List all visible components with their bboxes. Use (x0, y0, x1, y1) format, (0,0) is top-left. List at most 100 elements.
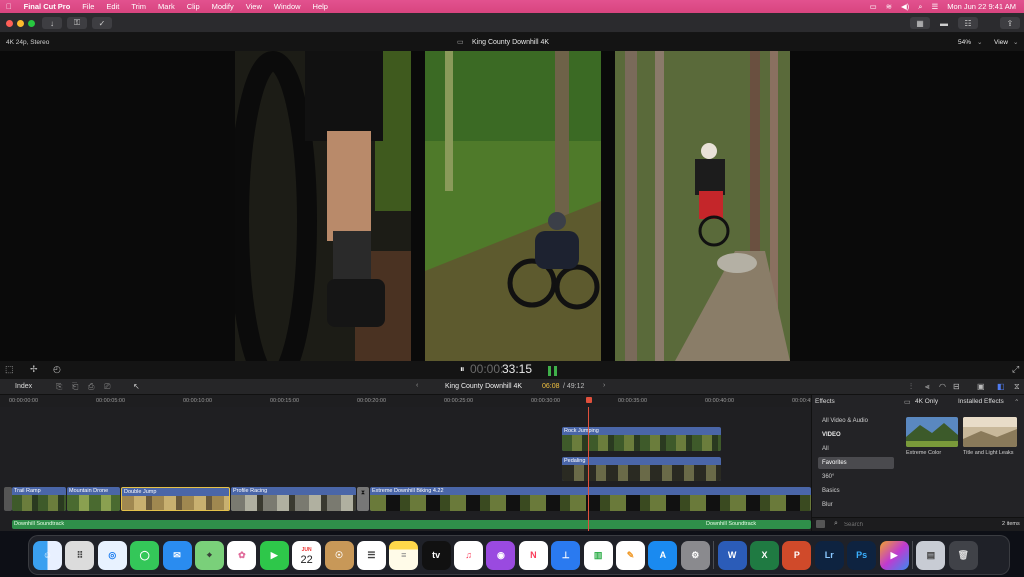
clip-extreme-downhill[interactable]: Extreme Downhill Biking 4.22 (370, 487, 811, 511)
apple-menu-icon[interactable]:  (0, 2, 18, 11)
effect-thumbnail-title-light-leaks[interactable] (963, 417, 1017, 447)
menu-file[interactable]: File (76, 2, 100, 11)
notes-icon[interactable]: ≡ (389, 540, 419, 570)
effects-category[interactable]: Blur (818, 499, 894, 511)
menu-window[interactable]: Window (268, 2, 307, 11)
effects-filter-icon[interactable]: ▭ (904, 398, 911, 406)
effects-category[interactable]: 360° (818, 471, 894, 483)
reminders-icon[interactable]: ☰ (356, 540, 386, 570)
facetime-icon[interactable]: ▶ (259, 540, 289, 570)
pages-icon[interactable]: ✎ (616, 540, 646, 570)
finder-icon[interactable]: ☺ (33, 540, 62, 570)
import-button[interactable]: ↓ (42, 17, 62, 29)
photos-icon[interactable]: ✿ (227, 540, 257, 570)
overwrite-clip-icon[interactable]: ⎚ (104, 382, 110, 392)
enhance-menu-icon[interactable]: ✢ (30, 364, 38, 375)
effects-filter-4k[interactable]: 4K Only (915, 398, 938, 405)
control-center-icon[interactable]: ☰ (931, 2, 938, 11)
append-clip-icon[interactable]: ⎙ (88, 382, 94, 392)
final-cut-pro-icon[interactable]: ▶ (879, 540, 909, 570)
effects-search-input[interactable] (844, 520, 964, 530)
playhead-handle[interactable] (586, 397, 592, 403)
effect-thumbnail-extreme-color[interactable] (906, 417, 958, 447)
select-tool-icon[interactable]: ↖ (133, 382, 140, 391)
play-pause-icon[interactable]: ⏸ (460, 364, 465, 375)
excel-icon[interactable]: X (749, 540, 779, 570)
effects-browser-icon[interactable]: ◧ (997, 382, 1005, 391)
inspector-toggle-button[interactable]: ☷ (958, 17, 978, 29)
numbers-icon[interactable]: ▥ (583, 540, 613, 570)
clip-appearance-icon[interactable]: ▣ (977, 382, 985, 391)
view-chevron-icon[interactable]: ⌄ (1013, 38, 1018, 46)
menu-help[interactable]: Help (307, 2, 334, 11)
timecode-display[interactable]: 33:15 (502, 362, 532, 376)
index-button[interactable]: Index (15, 383, 32, 390)
browser-toggle-button[interactable]: ▦ (910, 17, 930, 29)
clip-rock-jumping[interactable]: Rock Jumping (562, 427, 721, 451)
close-window-icon[interactable] (6, 20, 13, 27)
spotlight-icon[interactable]: ⌕ (918, 2, 922, 12)
share-button[interactable]: ⇪ (1000, 17, 1020, 29)
menu-edit[interactable]: Edit (100, 2, 125, 11)
clip-mountain-drone[interactable]: Mountain Drone (67, 487, 120, 511)
clip-double-jump[interactable]: Double Jump (121, 487, 230, 511)
zoom-window-icon[interactable] (28, 20, 35, 27)
fullscreen-icon[interactable]: ⤢ (1012, 364, 1019, 375)
skimming-icon[interactable]: ⫶ (910, 382, 912, 392)
installed-effects-menu[interactable]: Installed Effects (958, 398, 1004, 405)
apple-tv-icon[interactable]: tv (421, 540, 451, 570)
project-name[interactable]: King County Downhill 4K (445, 383, 522, 390)
keynote-icon[interactable]: ⊥ (551, 540, 581, 570)
system-preferences-icon[interactable]: ⚙ (680, 540, 710, 570)
menu-modify[interactable]: Modify (206, 2, 240, 11)
transitions-browser-icon[interactable]: ⧖ (1014, 382, 1020, 392)
launchpad-icon[interactable]: ⠿ (65, 540, 95, 570)
word-icon[interactable]: W (717, 540, 747, 570)
insert-clip-icon[interactable]: ⎗ (72, 382, 78, 392)
menu-clock[interactable]: Mon Jun 22 9:41 AM (947, 2, 1016, 11)
menu-clip[interactable]: Clip (181, 2, 206, 11)
wifi-icon[interactable]: ≋ (886, 2, 892, 11)
keywords-button[interactable]: ⚿ (67, 17, 87, 29)
menu-app-name[interactable]: Final Cut Pro (18, 2, 77, 11)
effects-category[interactable]: All Video & Audio (818, 415, 894, 427)
minimize-window-icon[interactable] (17, 20, 24, 27)
news-icon[interactable]: N (518, 540, 548, 570)
transition-marker-icon[interactable]: ⧗ (357, 487, 369, 511)
viewer-view-menu[interactable]: View (994, 39, 1008, 46)
menu-mark[interactable]: Mark (152, 2, 181, 11)
airplay-icon[interactable]: ▭ (870, 2, 877, 11)
effects-category[interactable]: Basics (818, 485, 894, 497)
clip-profile-racing[interactable]: Profile Racing (231, 487, 356, 511)
calendar-icon[interactable]: JUN 22 (292, 540, 322, 570)
lightroom-icon[interactable]: Lr (814, 540, 844, 570)
timeline-toggle-button[interactable]: ▬ (934, 17, 954, 29)
retime-menu-icon[interactable]: ◴ (53, 364, 61, 375)
maps-icon[interactable]: ⌖ (194, 540, 224, 570)
storyline-start-handle[interactable] (4, 487, 12, 511)
volume-icon[interactable]: ◀) (901, 2, 909, 11)
timeline-ruler[interactable]: 00:00:00:00 00:00:05:00 00:00:10:00 00:0… (0, 395, 821, 407)
background-tasks-button[interactable]: ✓ (92, 17, 112, 29)
app-store-icon[interactable]: A (648, 540, 678, 570)
menu-trim[interactable]: Trim (125, 2, 152, 11)
effects-category-selected[interactable]: Favorites (818, 457, 894, 469)
timeline-tracks[interactable]: Rock Jumping Pedaling Trail Ramp Mountai… (0, 407, 811, 531)
headphones-icon[interactable]: ◠ (939, 382, 946, 391)
history-forward-icon[interactable]: › (603, 382, 605, 389)
music-icon[interactable]: ♫ (454, 540, 484, 570)
clip-trail-ramp[interactable]: Trail Ramp (12, 487, 66, 511)
viewer-zoom[interactable]: 54% (958, 39, 971, 46)
zoom-chevron-icon[interactable]: ⌄ (977, 38, 982, 46)
audio-clip-soundtrack[interactable]: Downhill Soundtrack Downhill Soundtrack (12, 520, 811, 529)
contacts-icon[interactable]: ☉ (324, 540, 354, 570)
preview-icon[interactable]: ▤ (916, 540, 946, 570)
photoshop-icon[interactable]: Ps (847, 540, 877, 570)
podcasts-icon[interactable]: ◉ (486, 540, 516, 570)
snapping-icon[interactable]: ⊟ (953, 382, 960, 391)
trash-icon[interactable]: 🗑 (948, 540, 978, 570)
safari-icon[interactable]: ◎ (97, 540, 127, 570)
history-back-icon[interactable]: ‹ (416, 382, 418, 389)
messages-icon[interactable]: ◯ (130, 540, 160, 570)
effects-category[interactable]: All (818, 443, 894, 455)
